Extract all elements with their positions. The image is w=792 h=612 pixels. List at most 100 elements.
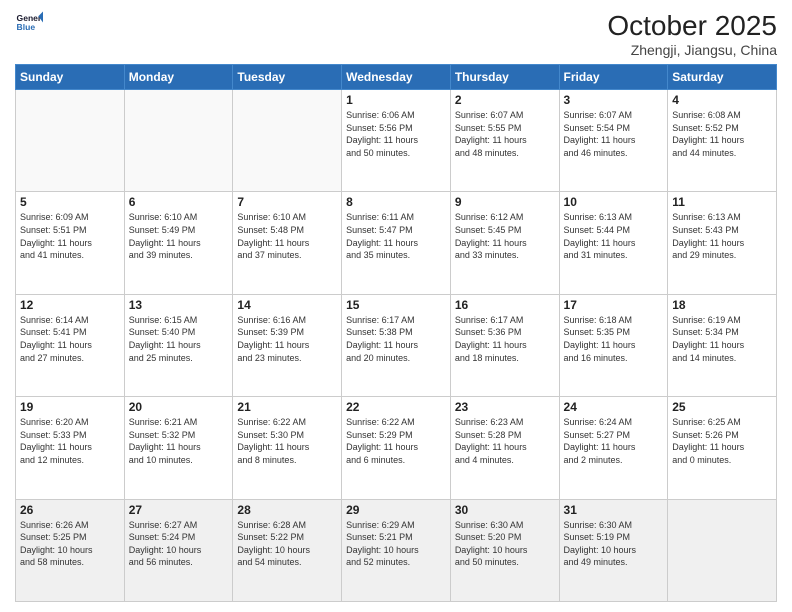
table-row: 29Sunrise: 6:29 AM Sunset: 5:21 PM Dayli… [342, 499, 451, 601]
table-row: 23 Sunrise: 6:23 AM Sunset: 5:28 PM Dayli… [450, 397, 559, 499]
day-number: 16 [455, 298, 555, 312]
day-number: 23 [455, 400, 555, 414]
table-row: 2 Sunrise: 6:07 AM Sunset: 5:55 PM Daylig… [450, 90, 559, 192]
table-row: 19Sunrise: 6:20 AM Sunset: 5:33 PM Dayli… [16, 397, 125, 499]
day-info: Sunrise: 6:22 AM Sunset: 5:30 PM Dayligh… [237, 416, 337, 466]
table-row: 28Sunrise: 6:28 AM Sunset: 5:22 PM Dayli… [233, 499, 342, 601]
day-info: Sunrise: 6:10 AM Sunset: 5:48 PM Dayligh… [237, 211, 337, 261]
table-row: 7Sunrise: 6:10 AM Sunset: 5:48 PM Daylig… [233, 192, 342, 294]
day-info: Sunrise: 6:21 AM Sunset: 5:32 PM Dayligh… [129, 416, 229, 466]
calendar-week-row: 19Sunrise: 6:20 AM Sunset: 5:33 PM Dayli… [16, 397, 777, 499]
day-number: 30 [455, 503, 555, 517]
day-info: Sunrise: 6:29 AM Sunset: 5:21 PM Dayligh… [346, 519, 446, 569]
day-number: 22 [346, 400, 446, 414]
table-row: 11 Sunrise: 6:13 AM Sunset: 5:43 PM Dayli… [668, 192, 777, 294]
day-info: Sunrise: 6:09 AM Sunset: 5:51 PM Dayligh… [20, 211, 120, 261]
day-info: Sunrise: 6:14 AM Sunset: 5:41 PM Dayligh… [20, 314, 120, 364]
day-number: 31 [564, 503, 664, 517]
day-number: 24 [564, 400, 664, 414]
header-sunday: Sunday [16, 65, 125, 90]
svg-text:Blue: Blue [17, 22, 36, 32]
table-row: 27Sunrise: 6:27 AM Sunset: 5:24 PM Dayli… [124, 499, 233, 601]
day-info: Sunrise: 6:06 AM Sunset: 5:56 PM Dayligh… [346, 109, 446, 159]
location: Zhengji, Jiangsu, China [607, 42, 777, 58]
table-row: 4Sunrise: 6:08 AM Sunset: 5:52 PM Daylig… [668, 90, 777, 192]
day-number: 11 [672, 195, 772, 209]
day-info: Sunrise: 6:19 AM Sunset: 5:34 PM Dayligh… [672, 314, 772, 364]
day-info: Sunrise: 6:17 AM Sunset: 5:36 PM Dayligh… [455, 314, 555, 364]
day-number: 10 [564, 195, 664, 209]
table-row: 25 Sunrise: 6:25 AM Sunset: 5:26 PM Dayli… [668, 397, 777, 499]
table-row: 24 Sunrise: 6:24 AM Sunset: 5:27 PM Dayli… [559, 397, 668, 499]
calendar-week-row: 12 Sunrise: 6:14 AM Sunset: 5:41 PM Dayli… [16, 294, 777, 396]
calendar-table: Sunday Monday Tuesday Wednesday Thursday… [15, 64, 777, 602]
day-info: Sunrise: 6:28 AM Sunset: 5:22 PM Dayligh… [237, 519, 337, 569]
calendar-week-row: 1 Sunrise: 6:06 AM Sunset: 5:56 PM Daylig… [16, 90, 777, 192]
day-number: 15 [346, 298, 446, 312]
day-info: Sunrise: 6:10 AM Sunset: 5:49 PM Dayligh… [129, 211, 229, 261]
day-number: 1 [346, 93, 446, 107]
table-row: 14 Sunrise: 6:16 AM Sunset: 5:39 PM Dayli… [233, 294, 342, 396]
day-number: 18 [672, 298, 772, 312]
table-row: 16 Sunrise: 6:17 AM Sunset: 5:36 PM Dayli… [450, 294, 559, 396]
day-info: Sunrise: 6:16 AM Sunset: 5:39 PM Dayligh… [237, 314, 337, 364]
day-number: 17 [564, 298, 664, 312]
svg-text:General: General [17, 13, 43, 23]
day-info: Sunrise: 6:25 AM Sunset: 5:26 PM Dayligh… [672, 416, 772, 466]
table-row: 6 Sunrise: 6:10 AM Sunset: 5:49 PM Daylig… [124, 192, 233, 294]
table-row: 31 Sunrise: 6:30 AM Sunset: 5:19 PM Dayli… [559, 499, 668, 601]
day-number: 26 [20, 503, 120, 517]
table-row [16, 90, 125, 192]
table-row: 12 Sunrise: 6:14 AM Sunset: 5:41 PM Dayli… [16, 294, 125, 396]
table-row [124, 90, 233, 192]
day-info: Sunrise: 6:17 AM Sunset: 5:38 PM Dayligh… [346, 314, 446, 364]
calendar-week-row: 5 Sunrise: 6:09 AM Sunset: 5:51 PM Daylig… [16, 192, 777, 294]
day-info: Sunrise: 6:15 AM Sunset: 5:40 PM Dayligh… [129, 314, 229, 364]
header-wednesday: Wednesday [342, 65, 451, 90]
day-number: 8 [346, 195, 446, 209]
day-number: 5 [20, 195, 120, 209]
page: General Blue October 2025 Zhengji, Jiang… [0, 0, 792, 612]
day-info: Sunrise: 6:30 AM Sunset: 5:20 PM Dayligh… [455, 519, 555, 569]
day-number: 3 [564, 93, 664, 107]
day-info: Sunrise: 6:07 AM Sunset: 5:55 PM Dayligh… [455, 109, 555, 159]
day-number: 14 [237, 298, 337, 312]
day-info: Sunrise: 6:20 AM Sunset: 5:33 PM Dayligh… [20, 416, 120, 466]
day-info: Sunrise: 6:27 AM Sunset: 5:24 PM Dayligh… [129, 519, 229, 569]
table-row: 1 Sunrise: 6:06 AM Sunset: 5:56 PM Daylig… [342, 90, 451, 192]
title-block: October 2025 Zhengji, Jiangsu, China [607, 10, 777, 58]
day-number: 13 [129, 298, 229, 312]
header: General Blue October 2025 Zhengji, Jiang… [15, 10, 777, 58]
day-info: Sunrise: 6:26 AM Sunset: 5:25 PM Dayligh… [20, 519, 120, 569]
table-row: 20 Sunrise: 6:21 AM Sunset: 5:32 PM Dayli… [124, 397, 233, 499]
table-row: 10 Sunrise: 6:13 AM Sunset: 5:44 PM Dayli… [559, 192, 668, 294]
table-row: 26 Sunrise: 6:26 AM Sunset: 5:25 PM Dayli… [16, 499, 125, 601]
day-number: 9 [455, 195, 555, 209]
day-number: 2 [455, 93, 555, 107]
day-info: Sunrise: 6:13 AM Sunset: 5:44 PM Dayligh… [564, 211, 664, 261]
day-number: 6 [129, 195, 229, 209]
day-number: 21 [237, 400, 337, 414]
calendar-week-row: 26 Sunrise: 6:26 AM Sunset: 5:25 PM Dayli… [16, 499, 777, 601]
day-info: Sunrise: 6:18 AM Sunset: 5:35 PM Dayligh… [564, 314, 664, 364]
day-info: Sunrise: 6:24 AM Sunset: 5:27 PM Dayligh… [564, 416, 664, 466]
day-number: 12 [20, 298, 120, 312]
table-row: 30 Sunrise: 6:30 AM Sunset: 5:20 PM Dayli… [450, 499, 559, 601]
table-row [668, 499, 777, 601]
header-friday: Friday [559, 65, 668, 90]
day-number: 20 [129, 400, 229, 414]
table-row: 8 Sunrise: 6:11 AM Sunset: 5:47 PM Daylig… [342, 192, 451, 294]
day-info: Sunrise: 6:22 AM Sunset: 5:29 PM Dayligh… [346, 416, 446, 466]
table-row [233, 90, 342, 192]
day-info: Sunrise: 6:08 AM Sunset: 5:52 PM Dayligh… [672, 109, 772, 159]
day-info: Sunrise: 6:30 AM Sunset: 5:19 PM Dayligh… [564, 519, 664, 569]
day-info: Sunrise: 6:12 AM Sunset: 5:45 PM Dayligh… [455, 211, 555, 261]
table-row: 3Sunrise: 6:07 AM Sunset: 5:54 PM Daylig… [559, 90, 668, 192]
day-number: 25 [672, 400, 772, 414]
table-row: 18 Sunrise: 6:19 AM Sunset: 5:34 PM Dayli… [668, 294, 777, 396]
table-row: 17 Sunrise: 6:18 AM Sunset: 5:35 PM Dayli… [559, 294, 668, 396]
day-info: Sunrise: 6:11 AM Sunset: 5:47 PM Dayligh… [346, 211, 446, 261]
header-saturday: Saturday [668, 65, 777, 90]
day-info: Sunrise: 6:13 AM Sunset: 5:43 PM Dayligh… [672, 211, 772, 261]
day-info: Sunrise: 6:23 AM Sunset: 5:28 PM Dayligh… [455, 416, 555, 466]
